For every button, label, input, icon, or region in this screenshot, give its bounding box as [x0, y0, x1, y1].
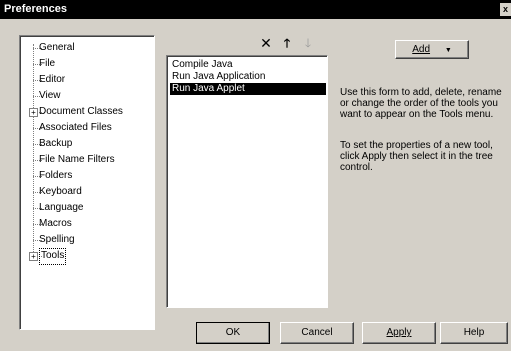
apply-button[interactable]: Apply	[362, 322, 436, 344]
apply-button-label: Apply	[386, 327, 412, 338]
add-button[interactable]: Add ▼	[395, 40, 469, 59]
tree-item[interactable]: Associated Files	[39, 120, 112, 135]
expand-icon[interactable]: +	[29, 252, 38, 261]
cancel-button[interactable]: Cancel	[280, 322, 354, 344]
tree-connector-line	[33, 44, 34, 258]
tree-item[interactable]: File Name Filters	[39, 152, 115, 167]
add-button-label: Add	[412, 44, 431, 55]
tree-item[interactable]: Language	[39, 200, 84, 215]
tools-list[interactable]: Compile Java Run Java Application Run Java…	[166, 55, 328, 308]
tool-list-item[interactable]: Run Java Application	[170, 71, 326, 83]
category-tree[interactable]: General File Editor View + Document Classes As…	[19, 35, 155, 330]
tree-item[interactable]: General	[39, 40, 75, 55]
title-bar: Preferences x	[0, 0, 511, 19]
close-button[interactable]: x	[500, 3, 511, 16]
tree-item[interactable]: Backup	[39, 136, 72, 151]
ok-button-label: OK	[225, 327, 241, 338]
tree-item[interactable]: Editor	[39, 72, 65, 87]
move-down-icon[interactable]: 🡓	[300, 35, 316, 51]
tree-item[interactable]: Keyboard	[39, 184, 82, 199]
dropdown-arrow-icon: ▼	[444, 47, 452, 54]
ok-button[interactable]: OK	[196, 322, 270, 344]
description-text-2: To set the properties of a new tool, cli…	[340, 140, 493, 173]
cancel-button-label: Cancel	[301, 327, 333, 338]
tree-item[interactable]: Document Classes	[39, 104, 123, 119]
help-button-label: Help	[463, 327, 485, 338]
expand-icon[interactable]: +	[29, 108, 38, 117]
delete-tool-icon[interactable]: ✕	[258, 35, 274, 51]
tool-list-item[interactable]: Compile Java	[170, 59, 326, 71]
tree-item[interactable]: Spelling	[39, 232, 75, 247]
help-button[interactable]: Help	[440, 322, 508, 344]
description-text: Use this form to add, delete, rename or …	[340, 87, 502, 120]
tree-item[interactable]: Tools	[39, 248, 67, 265]
window-title: Preferences	[4, 3, 67, 15]
tree-item[interactable]: View	[39, 88, 61, 103]
tree-item[interactable]: Macros	[39, 216, 72, 231]
tree-item[interactable]: Folders	[39, 168, 72, 183]
tree-item[interactable]: File	[39, 56, 55, 71]
move-up-icon[interactable]: 🡑	[279, 35, 295, 51]
tool-list-item[interactable]: Run Java Applet	[170, 83, 326, 95]
